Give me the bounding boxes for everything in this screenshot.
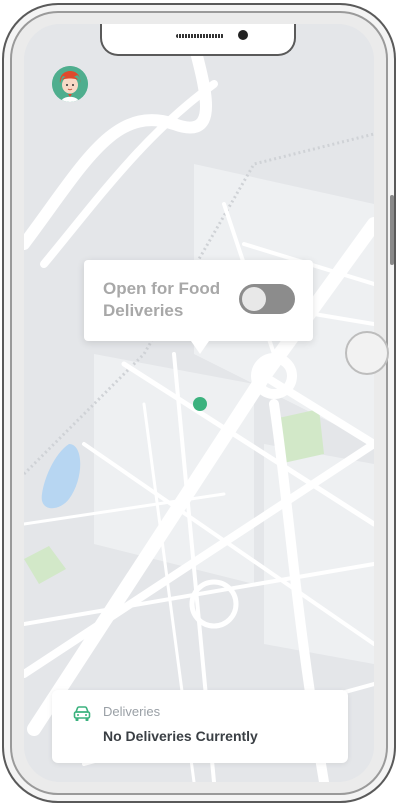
open-for-deliveries-toggle[interactable] [239,284,295,314]
side-button [390,195,394,265]
car-icon [72,704,92,724]
speaker-grille [176,34,224,38]
avatar-illustration [52,66,88,102]
map-side-handle[interactable] [345,331,389,375]
location-marker-icon[interactable] [193,397,207,411]
device-notch [100,24,296,56]
deliveries-status: No Deliveries Currently [103,728,258,744]
status-tooltip: Open for Food Deliveries [84,260,313,354]
deliveries-label: Deliveries [103,704,161,719]
front-camera [238,30,248,40]
toggle-knob [242,287,266,311]
open-status-label: Open for Food Deliveries [103,279,221,320]
avatar-icon[interactable] [52,66,88,102]
deliveries-card[interactable]: Deliveries No Deliveries Currently [52,690,348,763]
